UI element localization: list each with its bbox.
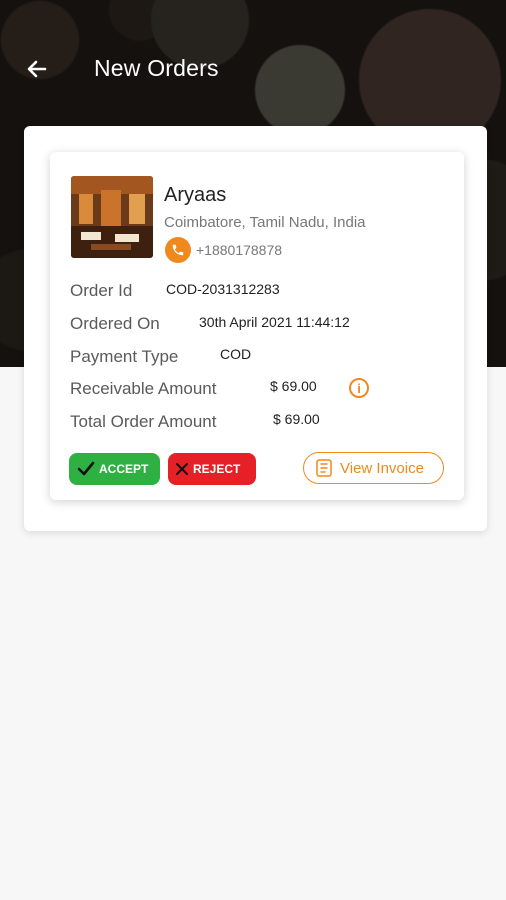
ordered-on-label: Ordered On [70, 314, 160, 333]
restaurant-phone[interactable]: +1880178878 [196, 242, 282, 258]
view-invoice-button[interactable]: View Invoice [303, 452, 444, 484]
order-id-label: Order Id [70, 281, 133, 300]
order-card: Aryaas Coimbatore, Tamil Nadu, India +18… [50, 152, 464, 500]
restaurant-name: Aryaas [164, 184, 227, 206]
total-order-amount-value: $ 69.00 [273, 411, 320, 427]
orders-container: Aryaas Coimbatore, Tamil Nadu, India +18… [24, 126, 487, 531]
payment-type-value: COD [220, 346, 252, 362]
accept-button[interactable]: ACCEPT [69, 453, 160, 485]
close-icon [176, 463, 188, 475]
payment-type-label: Payment Type [70, 347, 179, 366]
back-button[interactable] [20, 52, 54, 86]
receivable-amount-label: Receivable Amount [70, 379, 217, 398]
view-invoice-label: View Invoice [340, 459, 424, 477]
arrow-left-icon [27, 60, 47, 78]
receivable-amount-value: $ 69.00 [270, 378, 317, 394]
ordered-on-value: 30th April 2021 11:44:12 [199, 314, 350, 330]
info-icon[interactable]: i [349, 378, 369, 398]
reject-label: REJECT [193, 462, 241, 476]
restaurant-image [71, 176, 153, 258]
restaurant-address: Coimbatore, Tamil Nadu, India [164, 214, 366, 231]
reject-button[interactable]: REJECT [168, 453, 256, 485]
page-title: New Orders [94, 55, 219, 81]
check-icon [77, 461, 95, 476]
accept-label: ACCEPT [99, 462, 149, 476]
phone-icon[interactable] [165, 237, 191, 263]
invoice-icon [316, 459, 332, 477]
top-bar: New Orders [0, 0, 506, 130]
total-order-amount-label: Total Order Amount [70, 412, 217, 431]
order-id-value: COD-2031312283 [166, 281, 280, 297]
